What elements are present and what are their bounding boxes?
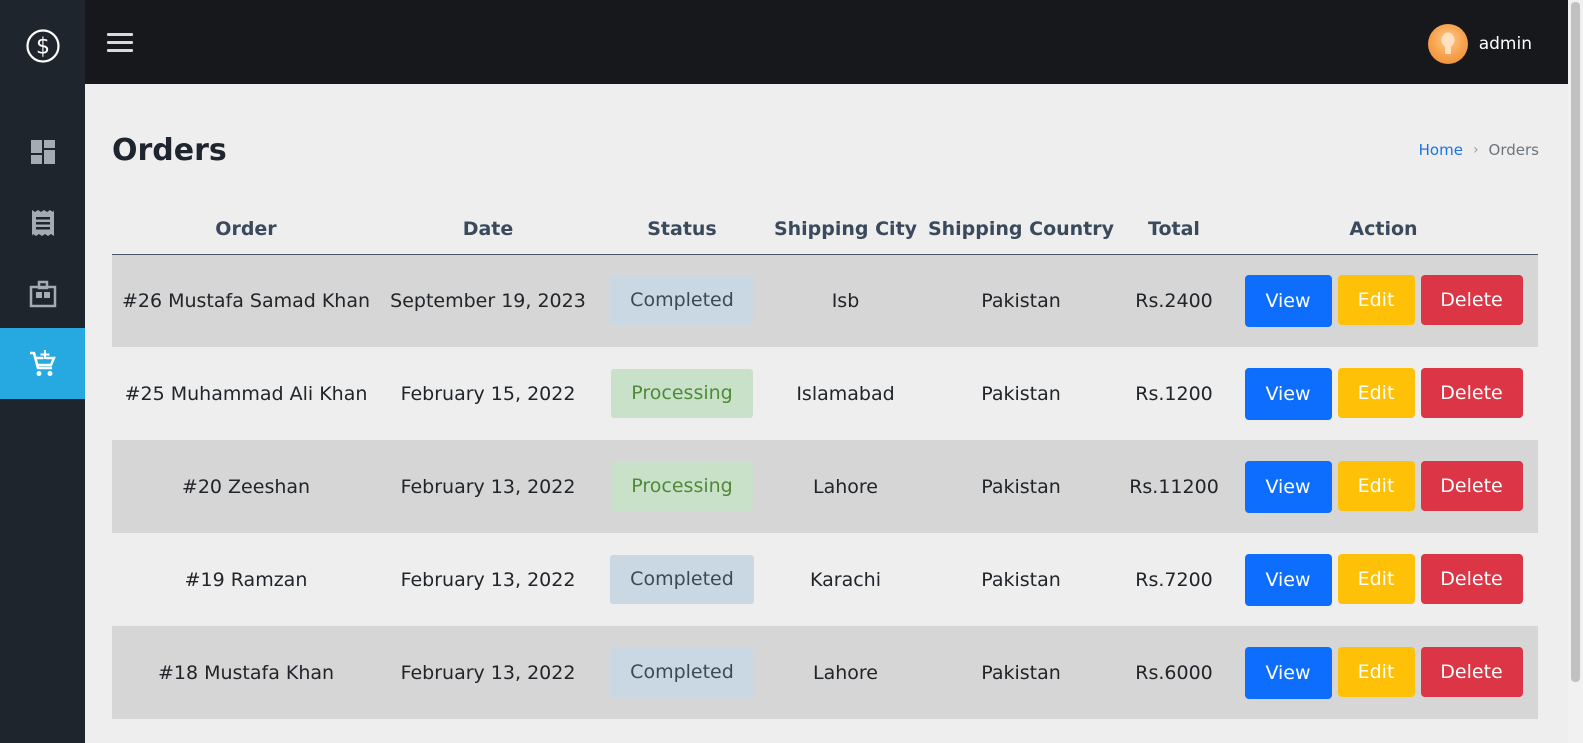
- dashboard-icon: [30, 139, 55, 164]
- order-cell: #19 Ramzan: [112, 533, 380, 626]
- sidebar-item-cart[interactable]: [0, 328, 85, 399]
- column-header-shipping-country[interactable]: Shipping Country: [923, 204, 1119, 255]
- country-cell: Pakistan: [923, 254, 1119, 347]
- total-cell: Rs.2400: [1119, 254, 1229, 347]
- view-button[interactable]: View: [1244, 367, 1332, 420]
- status-badge: Processing: [611, 369, 753, 418]
- city-cell: Islamabad: [768, 347, 923, 440]
- column-header-status[interactable]: Status: [596, 204, 768, 255]
- svg-text:$: $: [36, 35, 50, 60]
- table-row: #26 Mustafa Samad Khan September 19, 202…: [112, 254, 1538, 347]
- date-cell: February 13, 2022: [380, 533, 596, 626]
- action-cell: View Edit Delete: [1229, 626, 1538, 719]
- sidebar-item-orders-list[interactable]: [0, 187, 85, 258]
- page-title: Orders: [112, 133, 227, 168]
- country-cell: Pakistan: [923, 533, 1119, 626]
- order-cell: #25 Muhammad Ali Khan: [112, 347, 380, 440]
- table-row: #20 Zeeshan February 13, 2022 Processing…: [112, 440, 1538, 533]
- sidebar-item-dashboard[interactable]: [0, 116, 85, 187]
- hamburger-icon[interactable]: [107, 29, 135, 55]
- order-cell: #26 Mustafa Samad Khan: [112, 254, 380, 347]
- breadcrumb-current: Orders: [1488, 141, 1539, 159]
- order-cell: #18 Mustafa Khan: [112, 626, 380, 719]
- status-cell: Completed: [596, 533, 768, 626]
- user-menu[interactable]: admin: [1427, 24, 1532, 64]
- total-cell: Rs.11200: [1119, 440, 1229, 533]
- avatar: [1427, 24, 1468, 64]
- chevron-right-icon: ›: [1472, 142, 1479, 158]
- delete-button[interactable]: Delete: [1420, 274, 1523, 325]
- table-header-row: Order Date Status Shipping City Shipping…: [112, 204, 1538, 255]
- total-cell: Rs.1200: [1119, 347, 1229, 440]
- status-cell: Completed: [596, 626, 768, 719]
- city-cell: Isb: [768, 254, 923, 347]
- scrollbar[interactable]: [1568, 0, 1583, 743]
- column-header-order[interactable]: Order: [112, 204, 380, 255]
- sidebar-item-store[interactable]: [0, 258, 85, 329]
- edit-button[interactable]: Edit: [1337, 460, 1415, 511]
- column-header-date[interactable]: Date: [380, 204, 596, 255]
- city-cell: Karachi: [768, 533, 923, 626]
- breadcrumb-home-link[interactable]: Home: [1419, 141, 1463, 159]
- view-button[interactable]: View: [1244, 646, 1332, 699]
- column-header-action: Action: [1229, 204, 1538, 255]
- delete-button[interactable]: Delete: [1420, 646, 1523, 697]
- view-button[interactable]: View: [1244, 460, 1332, 513]
- country-cell: Pakistan: [923, 440, 1119, 533]
- edit-button[interactable]: Edit: [1337, 367, 1415, 418]
- receipt-icon: [31, 209, 54, 236]
- dollar-circle-icon[interactable]: $: [0, 0, 85, 92]
- total-cell: Rs.7200: [1119, 533, 1229, 626]
- action-cell: View Edit Delete: [1229, 347, 1538, 440]
- order-cell: #20 Zeeshan: [112, 440, 380, 533]
- action-cell: View Edit Delete: [1229, 254, 1538, 347]
- column-header-shipping-city[interactable]: Shipping City: [768, 204, 923, 255]
- status-badge: Completed: [610, 276, 754, 326]
- orders-table: Order Date Status Shipping City Shipping…: [112, 204, 1538, 719]
- column-header-total[interactable]: Total: [1119, 204, 1229, 255]
- breadcrumb: Home › Orders: [1419, 141, 1539, 159]
- date-cell: September 19, 2023: [380, 254, 596, 347]
- table-row: #19 Ramzan February 13, 2022 Completed K…: [112, 533, 1538, 626]
- total-cell: Rs.6000: [1119, 626, 1229, 719]
- user-name: admin: [1478, 34, 1532, 54]
- table-row: #25 Muhammad Ali Khan February 15, 2022 …: [112, 347, 1538, 440]
- status-cell: Completed: [596, 254, 768, 347]
- delete-button[interactable]: Delete: [1420, 367, 1523, 418]
- top-bar: admin: [85, 0, 1568, 84]
- edit-button[interactable]: Edit: [1337, 553, 1415, 604]
- date-cell: February 13, 2022: [380, 626, 596, 719]
- status-cell: Processing: [596, 347, 768, 440]
- date-cell: February 15, 2022: [380, 347, 596, 440]
- date-cell: February 13, 2022: [380, 440, 596, 533]
- country-cell: Pakistan: [923, 626, 1119, 719]
- edit-button[interactable]: Edit: [1337, 274, 1415, 325]
- action-cell: View Edit Delete: [1229, 533, 1538, 626]
- action-cell: View Edit Delete: [1229, 440, 1538, 533]
- delete-button[interactable]: Delete: [1420, 460, 1523, 511]
- edit-button[interactable]: Edit: [1337, 646, 1415, 697]
- store-icon: [29, 280, 56, 307]
- city-cell: Lahore: [768, 626, 923, 719]
- view-button[interactable]: View: [1244, 274, 1332, 327]
- country-cell: Pakistan: [923, 347, 1119, 440]
- status-badge: Completed: [610, 555, 754, 604]
- view-button[interactable]: View: [1244, 553, 1332, 606]
- cart-add-icon: [29, 349, 56, 376]
- city-cell: Lahore: [768, 440, 923, 533]
- status-cell: Processing: [596, 440, 768, 533]
- scrollbar-thumb[interactable]: [1571, 2, 1580, 682]
- sidebar: $: [0, 0, 85, 743]
- table-row: #18 Mustafa Khan February 13, 2022 Compl…: [112, 626, 1538, 719]
- status-badge: Processing: [611, 462, 753, 511]
- status-badge: Completed: [610, 648, 754, 697]
- delete-button[interactable]: Delete: [1420, 553, 1523, 604]
